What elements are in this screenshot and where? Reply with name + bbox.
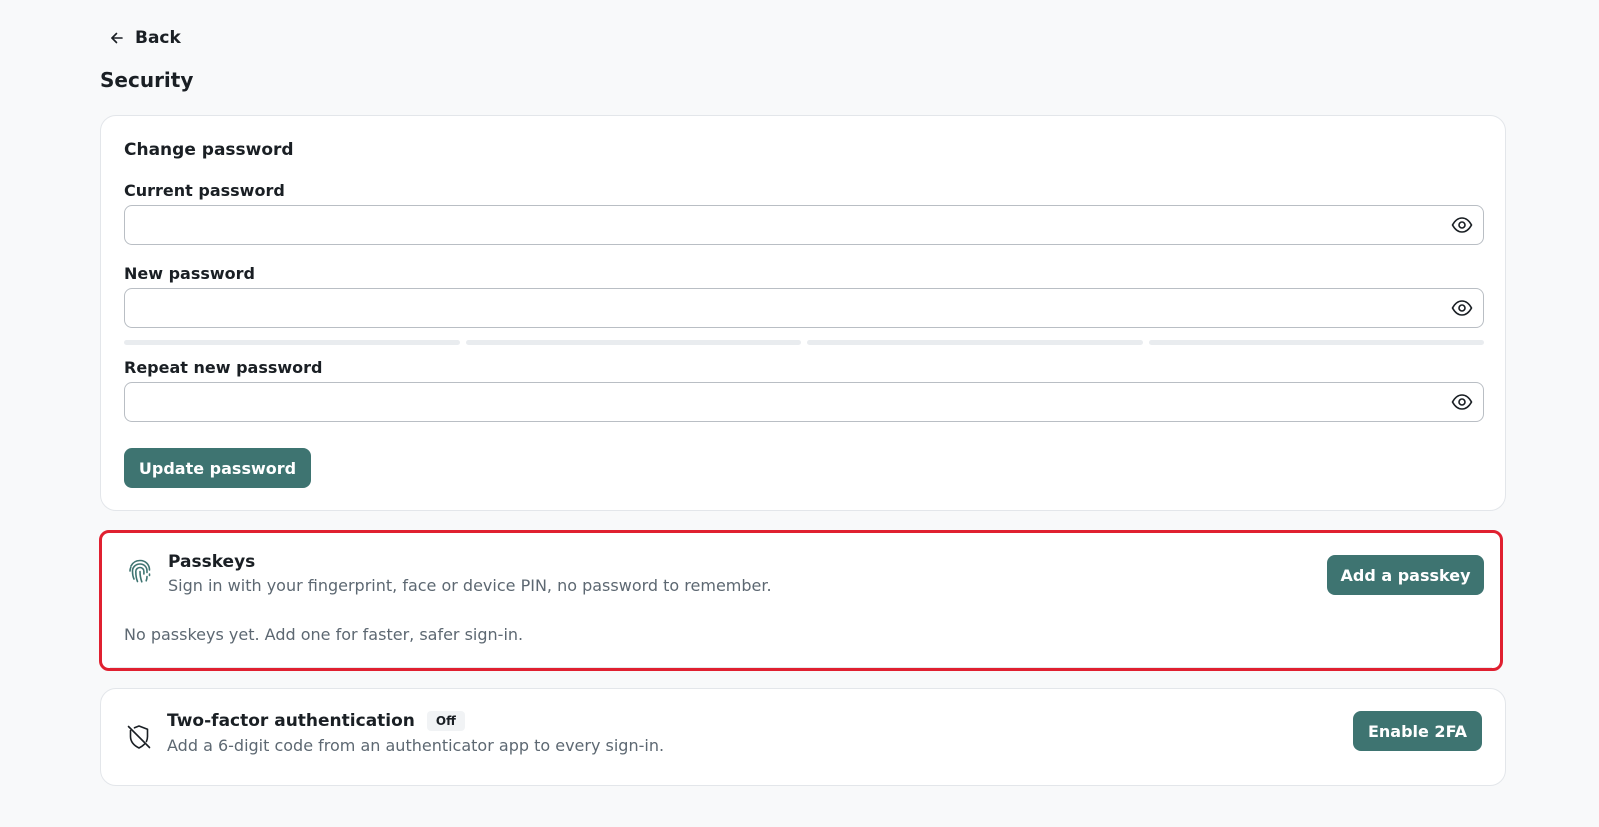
show-new-password-button[interactable]	[1449, 296, 1475, 320]
divider	[110, 667, 1492, 668]
show-current-password-button[interactable]	[1449, 213, 1475, 237]
arrow-left-icon	[111, 32, 123, 44]
new-password-field	[124, 288, 1484, 328]
shield-off-icon	[127, 725, 151, 749]
strength-segment	[124, 340, 460, 345]
strength-segment	[807, 340, 1143, 345]
eye-icon	[1451, 300, 1473, 316]
add-passkey-button[interactable]: Add a passkey	[1327, 555, 1484, 595]
password-strength-meter	[124, 340, 1484, 345]
passkeys-title-text: Passkeys	[168, 552, 256, 572]
passkeys-empty-note: No passkeys yet. Add one for faster, saf…	[124, 625, 524, 644]
new-password-input[interactable]	[125, 289, 1425, 327]
back-link[interactable]: Back	[109, 24, 181, 52]
current-password-field	[124, 205, 1484, 245]
two-factor-title-text: Two-factor authentication	[167, 711, 415, 731]
show-repeat-password-button[interactable]	[1449, 390, 1475, 414]
two-factor-description: Add a 6-digit code from an authenticator…	[167, 736, 665, 755]
eye-icon	[1451, 217, 1473, 233]
status-badge: Off	[426, 711, 465, 731]
passkeys-card: Passkeys Sign in with your fingerprint, …	[99, 530, 1503, 671]
page-title: Security	[100, 68, 194, 92]
new-password-label: New password	[124, 264, 256, 283]
repeat-password-label: Repeat new password	[124, 358, 323, 377]
two-factor-card: Two-factor authentication Off Add a 6-di…	[100, 688, 1506, 786]
update-password-button[interactable]: Update password	[124, 448, 311, 488]
change-password-title: Change password	[124, 140, 294, 160]
repeat-password-field	[124, 382, 1484, 422]
eye-icon	[1451, 394, 1473, 410]
fingerprint-icon	[129, 559, 151, 583]
passkeys-title: Passkeys	[168, 550, 255, 574]
passkeys-description: Sign in with your fingerprint, face or d…	[168, 576, 772, 595]
current-password-label: Current password	[124, 181, 285, 200]
change-password-card: Change password Current password New pas…	[100, 115, 1506, 511]
back-label: Back	[135, 28, 181, 48]
current-password-input[interactable]	[125, 206, 1425, 244]
strength-segment	[465, 340, 801, 345]
repeat-password-input[interactable]	[125, 383, 1425, 421]
strength-segment	[1148, 340, 1484, 345]
enable-2fa-button[interactable]: Enable 2FA	[1353, 711, 1482, 751]
two-factor-title: Two-factor authentication Off	[167, 709, 465, 733]
